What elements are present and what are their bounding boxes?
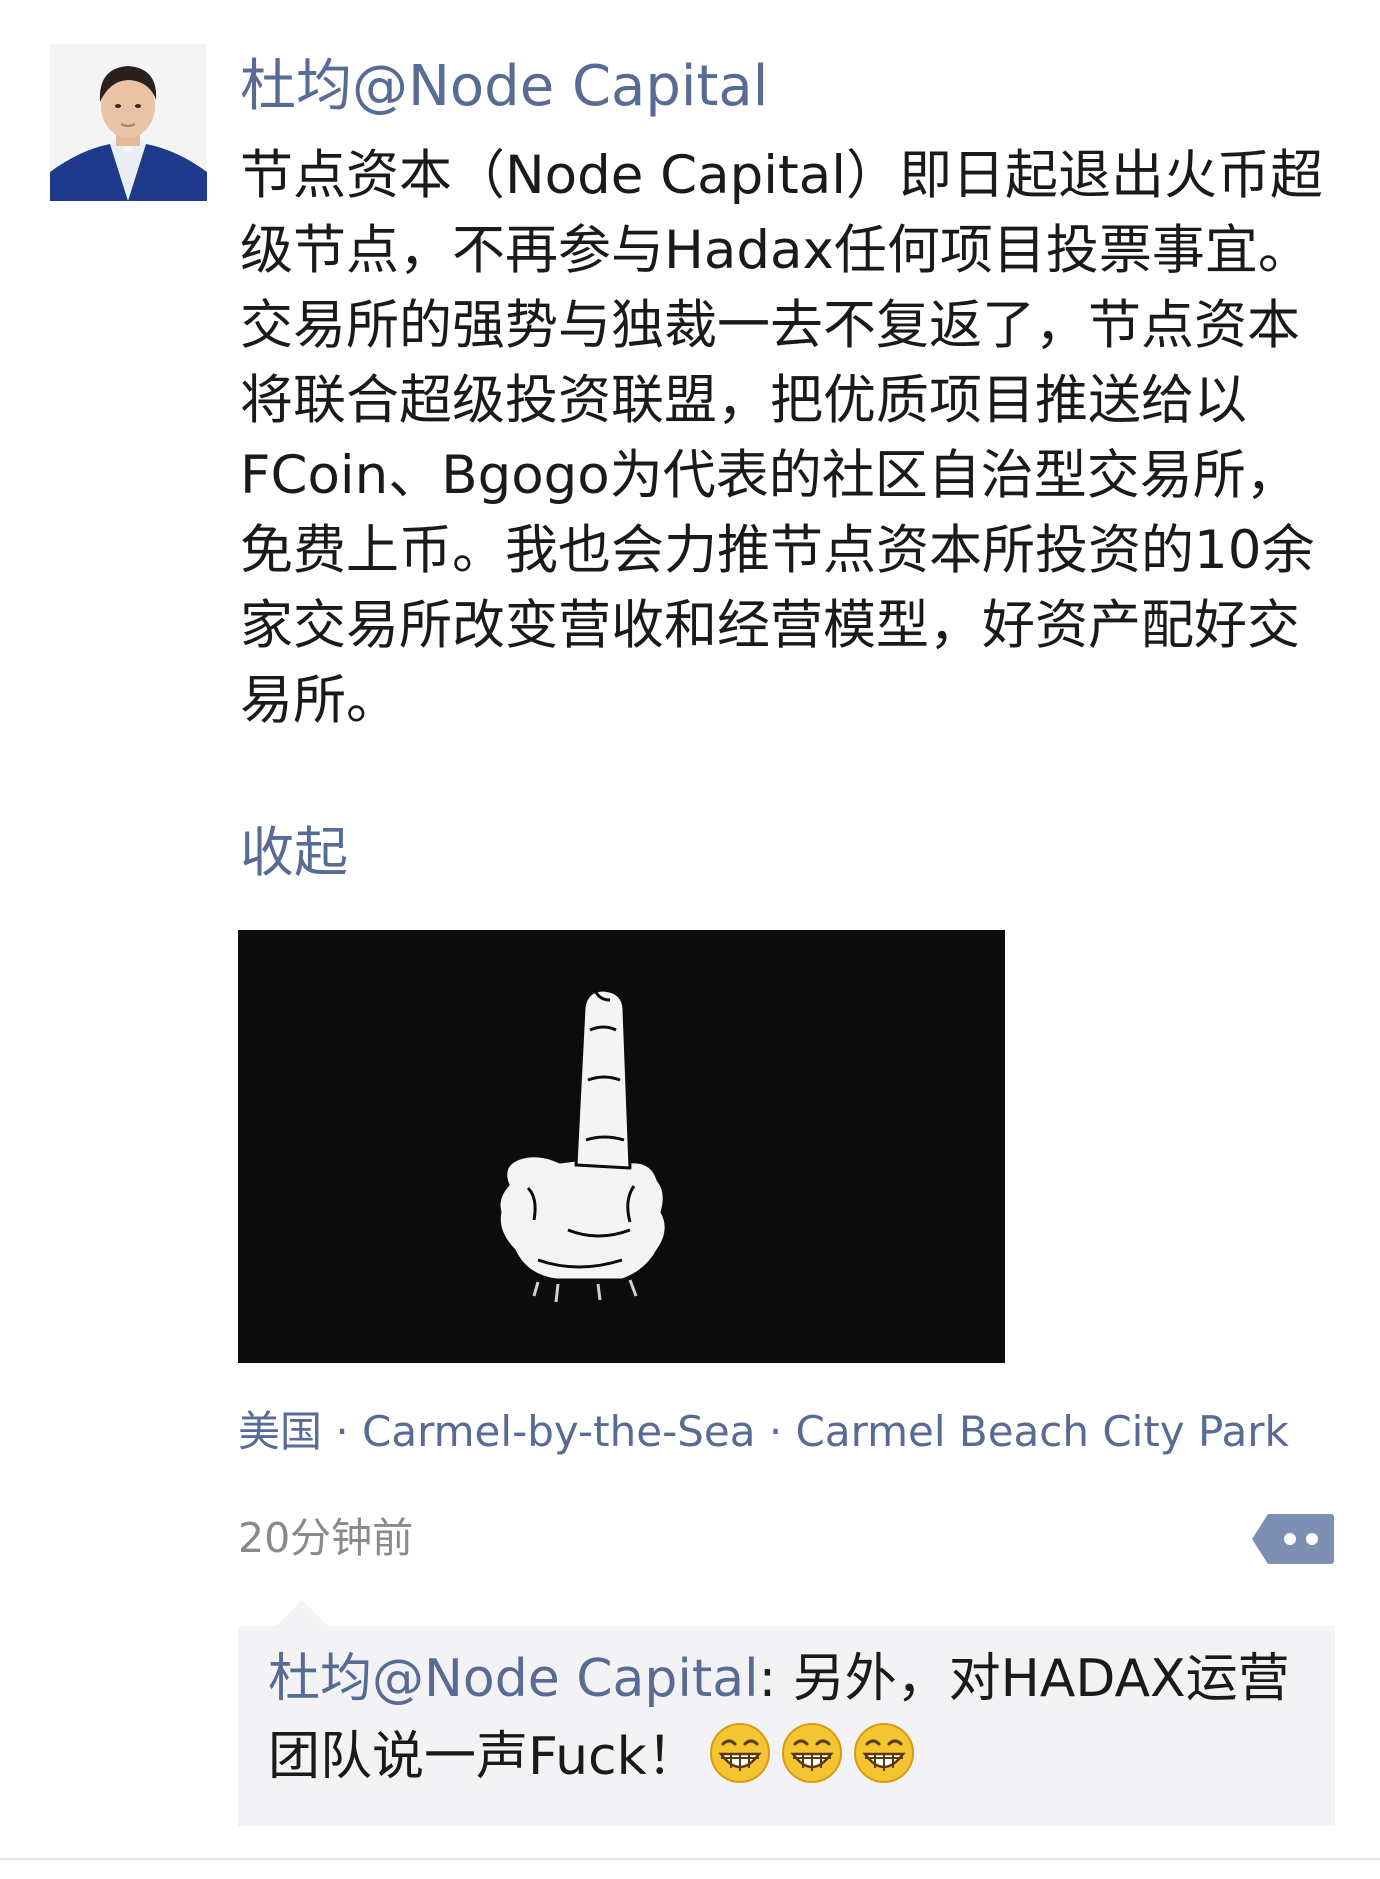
collapse-link[interactable]: 收起 <box>240 816 348 890</box>
post-image[interactable] <box>238 930 1005 1363</box>
post-text: 节点资本（Node Capital）即日起退出火币超级节点，不再参与Hadax任… <box>240 145 1324 731</box>
grin-emoji-icon <box>709 1722 771 1784</box>
comment-separator: : <box>758 1649 777 1709</box>
location-link[interactable]: 美国 · Carmel-by-the-Sea · Carmel Beach Ci… <box>238 1404 1289 1460</box>
divider <box>0 1858 1380 1860</box>
post-timestamp: 20分钟前 <box>238 1514 414 1562</box>
post-author-name[interactable]: 杜均@Node Capital <box>240 50 768 124</box>
middle-finger-drawing <box>238 930 1005 1363</box>
comment-author[interactable]: 杜均@Node Capital <box>268 1649 759 1709</box>
grin-emoji-icon <box>853 1722 915 1784</box>
comment-box: 杜均@Node Capital: 另外，对HADAX运营团队说一声Fuck！ <box>238 1626 1335 1826</box>
comment-item: 杜均@Node Capital: 另外，对HADAX运营团队说一声Fuck！ <box>268 1640 1308 1796</box>
comment-more-icon[interactable] <box>1250 1510 1335 1568</box>
avatar[interactable] <box>50 44 207 201</box>
emoji-row <box>699 1723 915 1787</box>
grin-emoji-icon <box>781 1722 843 1784</box>
comment-pointer <box>276 1600 328 1626</box>
